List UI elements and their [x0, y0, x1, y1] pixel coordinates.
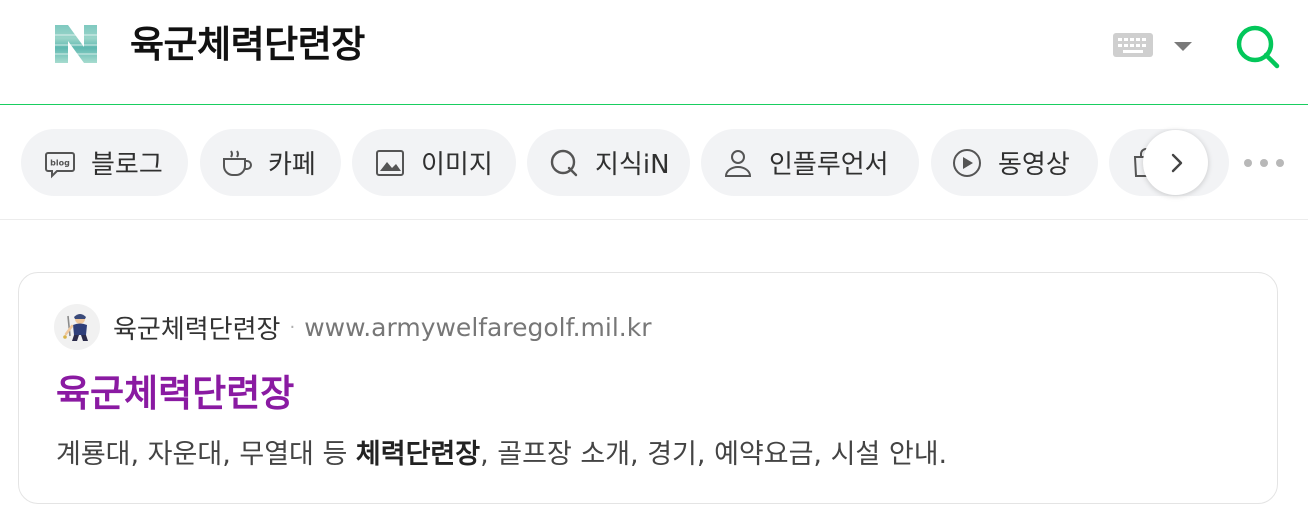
- chevron-right-icon: [1171, 153, 1182, 172]
- kin-icon: [547, 146, 581, 180]
- svg-text:blog: blog: [50, 158, 70, 167]
- tab-label: 이미지: [421, 150, 493, 180]
- tab-label: 블로그: [91, 150, 163, 180]
- play-icon: [950, 146, 984, 180]
- desc-text-after: , 골프장 소개, 경기, 예약요금, 시설 안내.: [480, 439, 948, 470]
- tab-kin[interactable]: 지식iN: [527, 129, 690, 196]
- soldier-golfer-icon: [63, 314, 88, 341]
- search-query-text[interactable]: 육군체력단련장: [130, 20, 365, 70]
- tabs-next-button[interactable]: [1143, 130, 1208, 195]
- result-source: 육군체력단련장 · www.armywelfaregolf.mil.kr: [113, 309, 651, 346]
- tab-label: 카페: [268, 150, 316, 180]
- site-name[interactable]: 육군체력단련장: [113, 309, 280, 346]
- image-icon: [373, 146, 407, 180]
- tab-label: 인플루언서: [769, 150, 889, 180]
- person-icon: [721, 146, 755, 180]
- tab-cafe[interactable]: 카페: [200, 129, 341, 196]
- tab-label: 지식iN: [595, 150, 670, 180]
- tab-video[interactable]: 동영상: [931, 129, 1098, 196]
- keyboard-icon[interactable]: [1112, 32, 1154, 58]
- tab-label: 동영상: [998, 150, 1070, 180]
- naver-logo[interactable]: [53, 23, 99, 65]
- desc-text-before: 계룡대, 자운대, 무열대 등: [56, 439, 356, 470]
- tab-blog[interactable]: blog 블로그: [21, 129, 188, 196]
- tab-image[interactable]: 이미지: [352, 129, 516, 196]
- site-favicon[interactable]: [54, 304, 100, 350]
- blog-icon: blog: [43, 146, 77, 180]
- search-result-card: 육군체력단련장 · www.armywelfaregolf.mil.kr 육군체…: [18, 272, 1278, 504]
- search-icon[interactable]: [1233, 22, 1283, 70]
- result-title-link[interactable]: 육군체력단련장: [56, 369, 294, 419]
- search-header: 육군체력단련장: [0, 0, 1308, 105]
- more-dots-icon[interactable]: [1244, 154, 1284, 172]
- caret-down-icon[interactable]: [1172, 38, 1194, 52]
- tab-influencer[interactable]: 인플루언서: [701, 129, 919, 196]
- result-description: 계룡대, 자운대, 무열대 등 체력단련장, 골프장 소개, 경기, 예약요금,…: [56, 435, 947, 475]
- site-url[interactable]: www.armywelfaregolf.mil.kr: [304, 313, 651, 342]
- search-category-tabs: blog 블로그 카페 이미지 지식iN 인플루언서 동영상: [0, 106, 1308, 220]
- separator-dot: ·: [289, 316, 296, 338]
- desc-highlight: 체력단련장: [355, 439, 481, 470]
- cafe-cup-icon: [220, 146, 254, 180]
